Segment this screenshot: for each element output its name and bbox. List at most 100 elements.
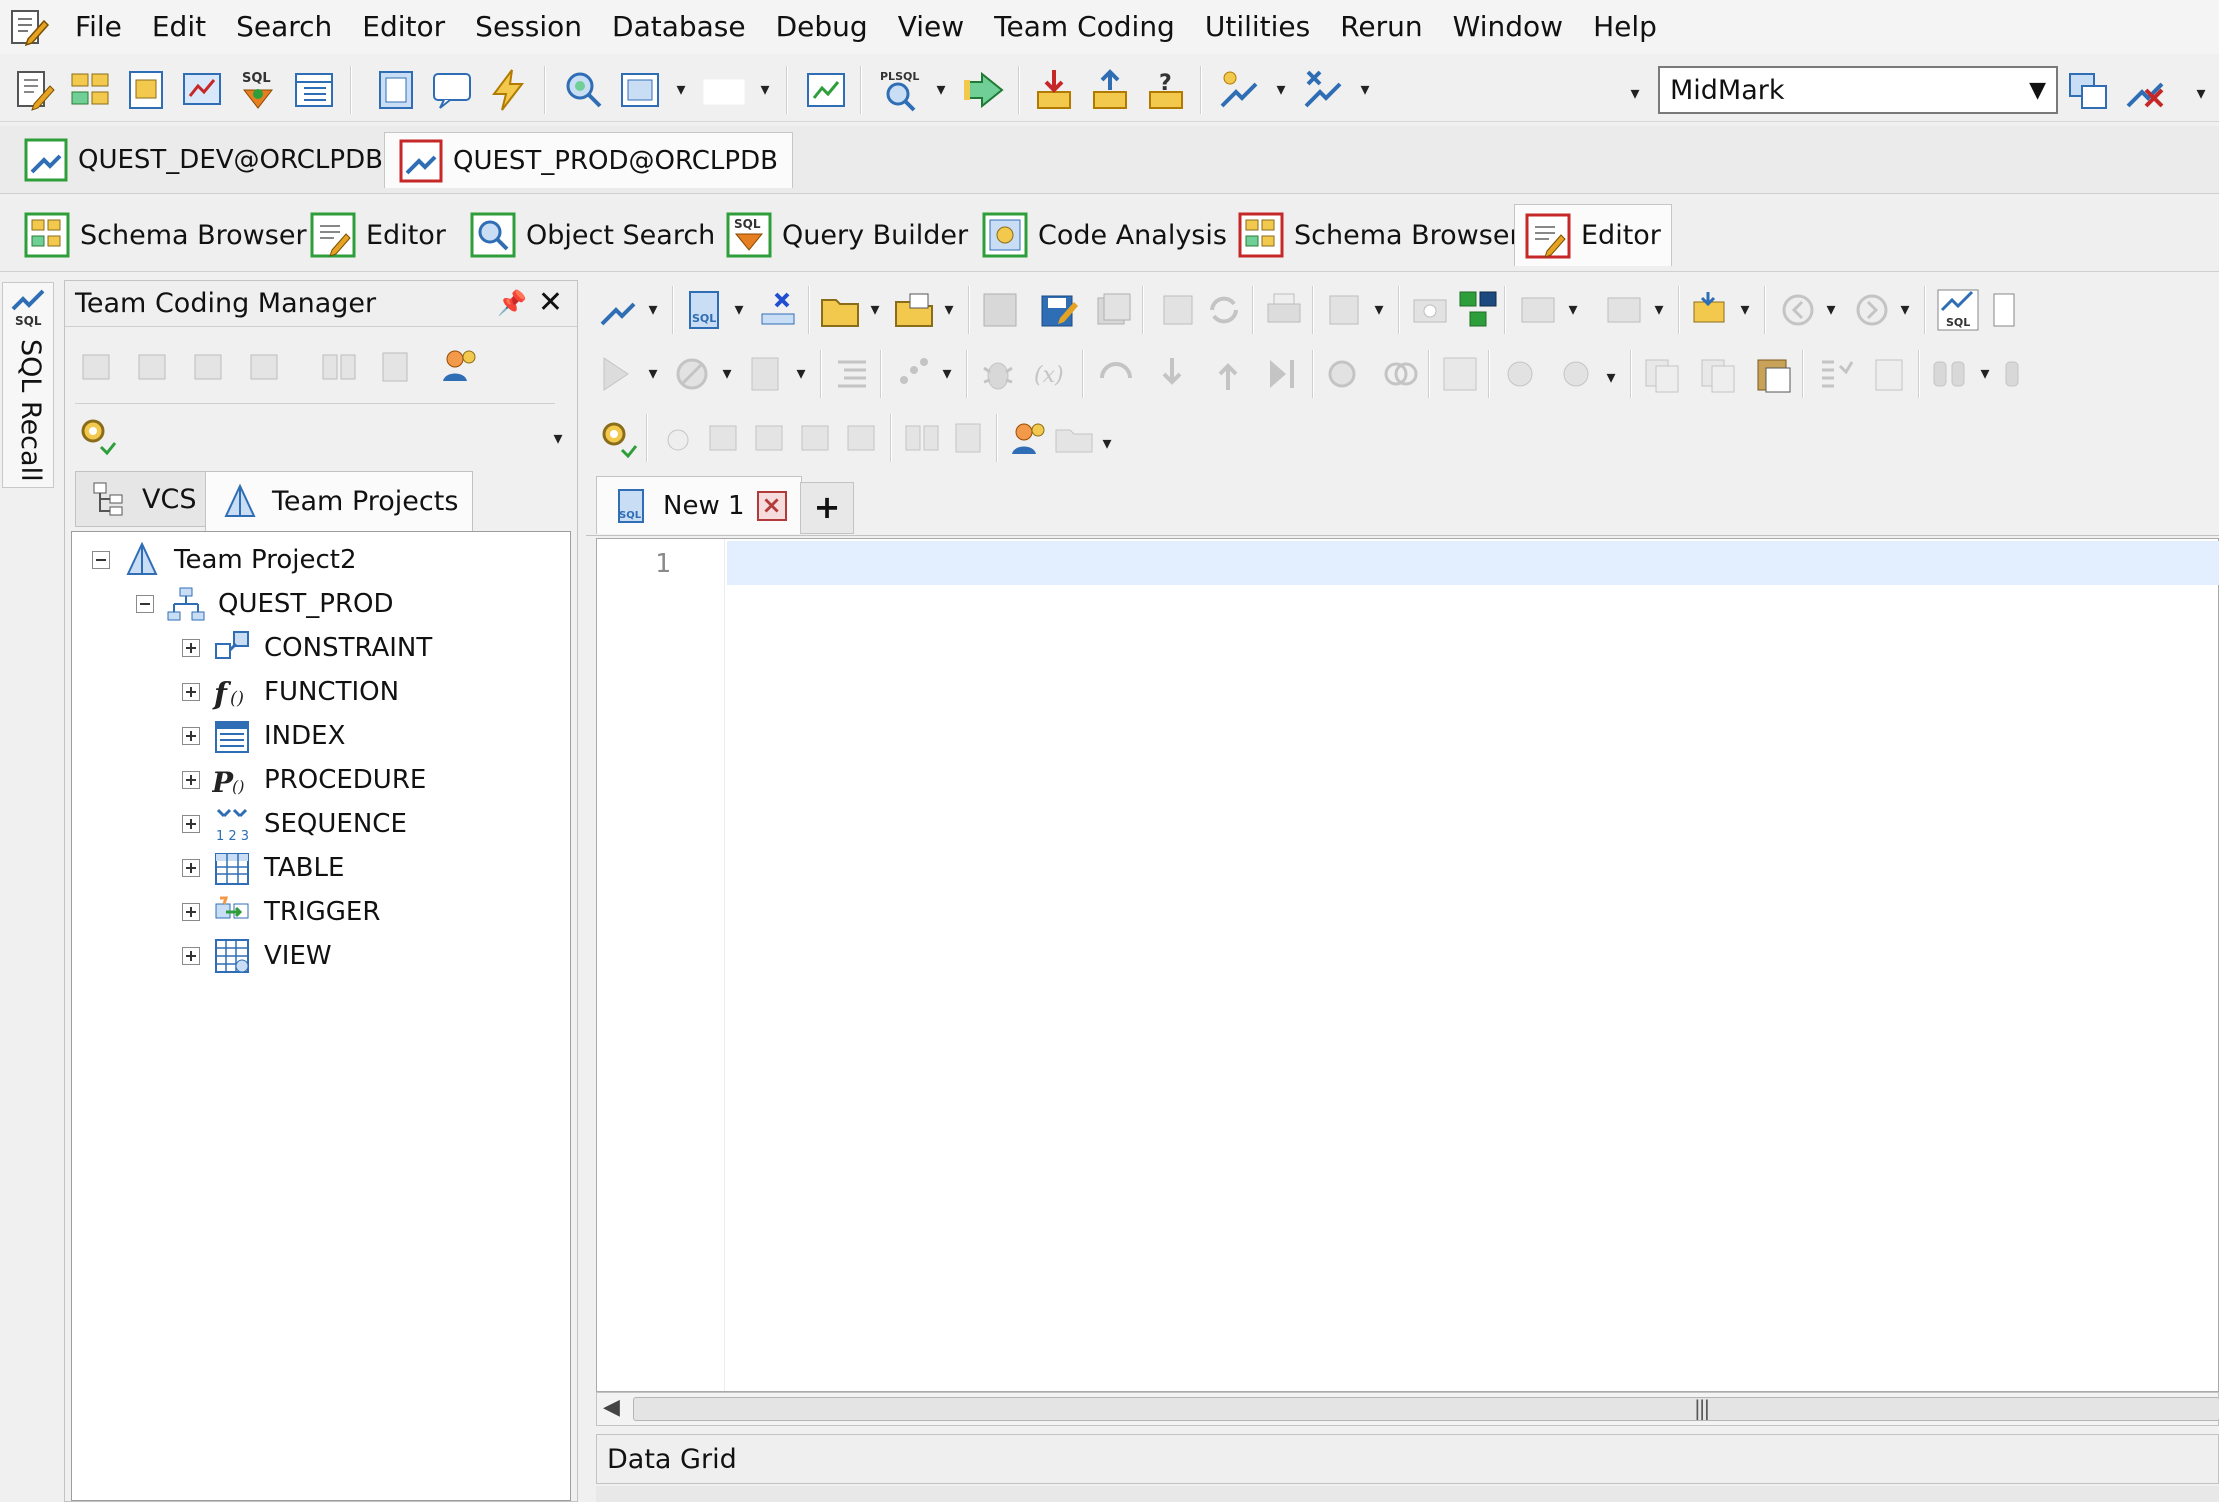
tree-node-schema[interactable]: QUEST_PROD: [136, 582, 394, 626]
menu-session[interactable]: Session: [460, 0, 597, 54]
script-dropdown-icon[interactable]: ▾: [792, 350, 810, 398]
collapse-icon[interactable]: [136, 595, 154, 613]
open-folder-icon[interactable]: [818, 288, 862, 332]
data-grid-header[interactable]: Data Grid: [596, 1434, 2219, 1484]
undo-check-out-icon[interactable]: [794, 416, 838, 460]
chat-icon[interactable]: [428, 66, 476, 114]
stop-icon[interactable]: [670, 352, 714, 396]
sql-file-icon[interactable]: SQL: [682, 288, 726, 332]
new-connection-icon[interactable]: [1216, 66, 1264, 114]
tree-node-constraint[interactable]: CONSTRAINT: [182, 626, 432, 670]
compare-icon[interactable]: [900, 416, 944, 460]
window-tab-schema-browser[interactable]: Schema Browser: [14, 204, 317, 266]
script-icon[interactable]: [744, 352, 788, 396]
connection-dropdown-icon[interactable]: ▾: [644, 286, 662, 334]
expand-icon[interactable]: [182, 683, 200, 701]
import-icon[interactable]: [1030, 66, 1078, 114]
plsql-profiler-dropdown-icon[interactable]: ▾: [932, 66, 950, 114]
search-object-icon[interactable]: [560, 66, 608, 114]
blank-select-icon[interactable]: [700, 66, 748, 114]
tab-team-projects[interactable]: Team Projects: [205, 471, 474, 531]
quick-run-icon[interactable]: [484, 66, 532, 114]
close-tab-icon[interactable]: ×: [756, 490, 787, 521]
connection-tab-prod[interactable]: QUEST_PROD@ORCLPDB: [384, 132, 793, 188]
expand-icon[interactable]: [182, 815, 200, 833]
execute-dropdown-icon[interactable]: ▾: [644, 350, 662, 398]
menu-edit[interactable]: Edit: [137, 0, 221, 54]
horizontal-scrollbar[interactable]: ◀ |||: [596, 1392, 2219, 1426]
settings-gear-icon[interactable]: [75, 413, 119, 457]
team-tools-icon[interactable]: [1688, 288, 1732, 332]
profiler-icon[interactable]: [1498, 352, 1542, 396]
connection-select[interactable]: MidMark ▼: [1658, 66, 2058, 114]
tree-node-function[interactable]: f() FUNCTION: [182, 670, 399, 714]
team-folder-icon[interactable]: [1052, 416, 1096, 460]
window-tab-editor[interactable]: Editor: [300, 204, 456, 266]
plsql-debug-icon[interactable]: [1992, 288, 2036, 332]
menu-window[interactable]: Window: [1438, 0, 1578, 54]
compile-icon[interactable]: [1438, 352, 1482, 396]
get-latest-icon[interactable]: [243, 345, 287, 389]
forward-icon[interactable]: [1850, 288, 1894, 332]
menu-search[interactable]: Search: [221, 0, 347, 54]
window-tab-query-builder[interactable]: SQL Query Builder: [716, 204, 978, 266]
close-icon[interactable]: ✕: [538, 285, 563, 320]
copy-special-icon[interactable]: [1696, 352, 1740, 396]
find-binoculars-icon[interactable]: [1928, 352, 1972, 396]
export-icon[interactable]: [1086, 66, 1134, 114]
profiler-stop-icon[interactable]: [1554, 352, 1598, 396]
trace-dropdown-icon[interactable]: ▾: [938, 350, 956, 398]
toolbar-overflow-icon[interactable]: ▾: [1626, 70, 1644, 118]
menu-utilities[interactable]: Utilities: [1190, 0, 1325, 54]
step-over-icon[interactable]: [1094, 352, 1138, 396]
menu-rerun[interactable]: Rerun: [1325, 0, 1437, 54]
team-tools-dropdown-icon[interactable]: ▾: [1736, 286, 1754, 334]
copy-icon[interactable]: [1640, 352, 1684, 396]
explain-plan-icon[interactable]: [1602, 288, 1646, 332]
plsql-profiler-icon[interactable]: PLSQL: [876, 66, 924, 114]
connection-overflow-icon[interactable]: ▾: [2192, 70, 2210, 118]
menu-editor[interactable]: Editor: [347, 0, 460, 54]
run-to-cursor-icon[interactable]: [1262, 352, 1306, 396]
procedure-editor-icon[interactable]: [122, 66, 170, 114]
breakpoint-icon[interactable]: [1322, 352, 1366, 396]
new-connection-dropdown-icon[interactable]: ▾: [1272, 66, 1290, 114]
sql-editor[interactable]: 1: [596, 538, 2219, 1392]
tab-vcs[interactable]: VCS: [75, 471, 212, 527]
doc-tab-new-1[interactable]: SQL New 1 ×: [596, 476, 802, 534]
expand-icon[interactable]: [182, 947, 200, 965]
window-tab-code-analysis[interactable]: Code Analysis: [972, 204, 1237, 266]
save-icon[interactable]: [978, 288, 1022, 332]
connection-icon[interactable]: [596, 288, 640, 332]
tree-node-index[interactable]: INDEX: [182, 714, 345, 758]
load-file-icon[interactable]: [892, 288, 936, 332]
check-in-icon[interactable]: [702, 416, 746, 460]
menu-view[interactable]: View: [883, 0, 979, 54]
team-user-icon[interactable]: [1006, 416, 1050, 460]
check-out-icon[interactable]: [748, 416, 792, 460]
window-tab-editor-prod[interactable]: Editor: [1514, 204, 1672, 266]
menu-team-coding[interactable]: Team Coding: [979, 0, 1190, 54]
collapse-icon[interactable]: [92, 551, 110, 569]
check-in-icon[interactable]: [75, 345, 119, 389]
menu-database[interactable]: Database: [597, 0, 761, 54]
pin-icon[interactable]: 📌: [497, 289, 527, 317]
code-snippets-icon[interactable]: [178, 66, 226, 114]
close-connection-icon[interactable]: [2122, 66, 2170, 114]
camera-icon[interactable]: [1408, 288, 1452, 332]
database-browser-icon[interactable]: [372, 66, 420, 114]
paste-icon[interactable]: [1752, 352, 1796, 396]
back-icon[interactable]: [1776, 288, 1820, 332]
sql-formatter-icon[interactable]: [1322, 288, 1366, 332]
trace-icon[interactable]: [890, 352, 934, 396]
add-file-icon[interactable]: [656, 416, 700, 460]
check-out-icon[interactable]: [131, 345, 175, 389]
explain-icon[interactable]: [1516, 288, 1560, 332]
tree-node-trigger[interactable]: TRIGGER: [182, 890, 380, 934]
window-tab-schema-browser-prod[interactable]: Schema Browser: [1228, 204, 1531, 266]
report-icon[interactable]: [802, 66, 850, 114]
step-into-icon[interactable]: [1150, 352, 1194, 396]
session-browser-icon[interactable]: [290, 66, 338, 114]
menu-debug[interactable]: Debug: [761, 0, 883, 54]
disconnect-dropdown-icon[interactable]: ▾: [1356, 66, 1374, 114]
